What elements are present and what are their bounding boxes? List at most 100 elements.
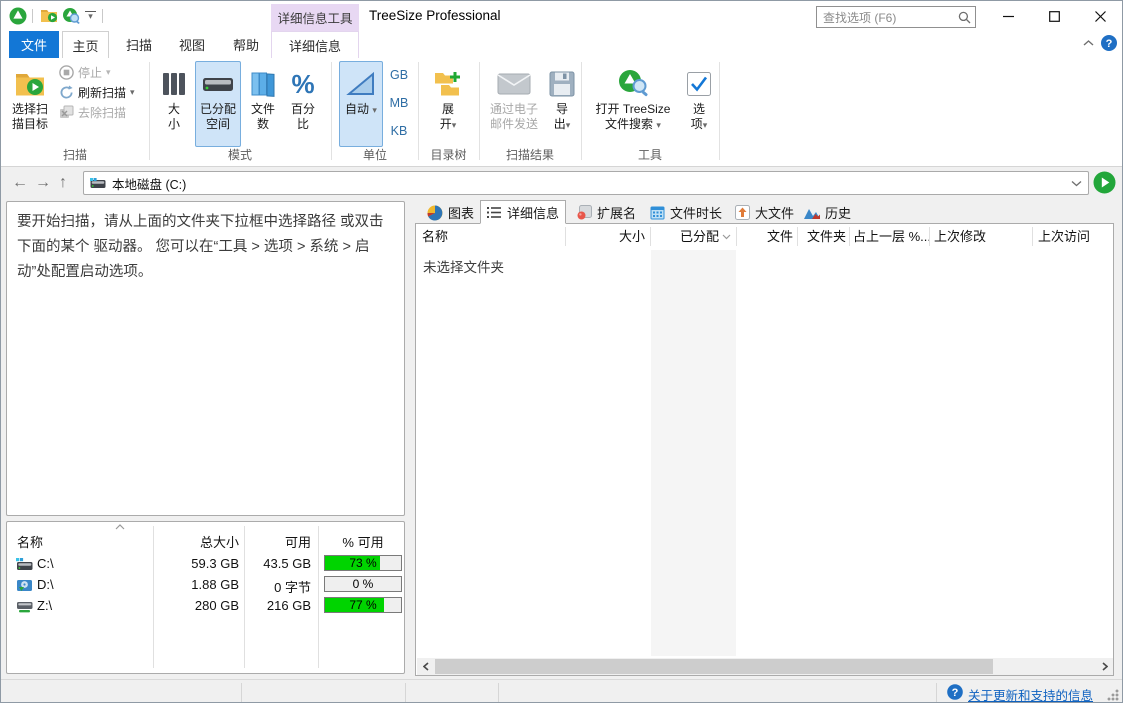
divider [1032,227,1033,246]
scrollbar-thumb[interactable] [435,659,993,674]
tab-extensions[interactable]: 扩展名 [571,201,642,224]
drives-col-free[interactable]: 可用 [247,532,311,551]
mode-percent-button[interactable]: % 百分比 [285,61,321,147]
col-size[interactable]: 大小 [567,224,645,249]
col-allocated[interactable]: 已分配 [651,224,719,249]
stop-icon [59,65,74,80]
tab-file-age[interactable]: 文件时长 [644,201,728,224]
svg-text:?: ? [952,687,959,699]
tab-history[interactable]: 历史 [798,201,857,224]
pie-chart-icon [427,205,443,221]
divider [719,62,720,160]
chevron-down-icon[interactable] [1071,180,1082,187]
horizontal-scrollbar[interactable] [417,658,1113,675]
tab-view[interactable]: 视图 [169,31,215,58]
update-info-link[interactable]: 关于更新和支持的信息 [968,685,1093,703]
col-name[interactable]: 名称 [422,224,562,249]
start-scan-button[interactable] [1093,171,1116,194]
divider [929,227,930,246]
tab-scan[interactable]: 扫描 [116,31,162,58]
stop-scan-button: 停止▾ [59,63,111,82]
path-combobox[interactable]: 本地磁盘 (C:) [83,171,1089,195]
unit-auto-button[interactable]: 自动 ▾ [339,61,383,147]
tree-group-label: 目录树 [418,146,479,163]
divider [244,526,245,668]
expand-tree-button[interactable]: 展开▾ [425,61,471,147]
tab-details-view[interactable]: 详细信息 [480,200,566,224]
divider [936,683,937,702]
select-scan-target-button[interactable]: 选择扫描目标 [6,61,54,147]
tab-help[interactable]: 帮助 [223,31,269,58]
send-email-button: 通过电子邮件发送 [485,61,543,147]
divider [797,227,798,246]
ribbon-tab-row: 文件 主页 扫描 视图 帮助 详细信息 ? [1,31,1122,58]
tab-chart[interactable]: 图表 [421,201,480,224]
tab-top-files[interactable]: 大文件 [729,201,800,224]
maximize-button[interactable] [1032,1,1077,31]
up-button[interactable]: ↑ [59,167,67,199]
minimize-button[interactable] [986,1,1031,31]
mode-allocated-button[interactable]: 已分配空间 [195,61,241,147]
big-file-arrow-icon [735,205,750,220]
close-button[interactable] [1078,1,1123,31]
address-bar: ← → ↑ 本地磁盘 (C:) [1,167,1122,199]
status-bar: ? 关于更新和支持的信息 [1,679,1122,703]
export-button[interactable]: 导出▾ [546,61,578,147]
tab-home[interactable]: 主页 [62,31,109,58]
scroll-right-icon[interactable] [1096,658,1113,675]
open-file-search-button[interactable]: 打开 TreeSize 文件搜索 ▾ [587,61,679,147]
divider [736,227,737,246]
refresh-scan-button[interactable]: 刷新扫描▾ [59,83,135,102]
drives-col-total[interactable]: 总大小 [159,532,239,551]
quick-access-customize-icon[interactable]: ▾ [85,11,96,21]
col-folders[interactable]: 文件夹 [798,224,846,249]
folder-play-icon [14,66,46,102]
col-percent-of-parent[interactable]: 占上一层 %... [853,224,931,249]
quick-file-search-icon[interactable] [62,7,81,24]
forward-button[interactable]: → [35,167,51,199]
mode-size-button[interactable]: 大小 [156,61,192,147]
unit-gb-button[interactable]: GB [384,63,414,87]
find-options-search-input[interactable]: 查找选项 (F6) [816,6,976,28]
scroll-left-icon[interactable] [417,658,434,675]
drives-col-pct[interactable]: % 可用 [322,532,404,551]
search-icon [958,11,971,24]
divider [650,227,651,246]
files-stack-icon [249,66,277,102]
results-group-label: 扫描结果 [479,146,581,163]
remove-scan-button: 去除扫描 [59,103,126,122]
instructions-text: 要开始扫描，请从上面的文件夹下拉框中选择路径 或双击下面的某个 驱动器。 您可以… [17,214,384,280]
col-last-modified[interactable]: 上次修改 [934,224,1034,249]
tab-details[interactable]: 详细信息 [271,31,359,58]
options-button[interactable]: 选项▾ [683,61,715,147]
tab-file[interactable]: 文件 [9,31,59,58]
cd-drive-icon [16,579,33,592]
divider [565,227,566,246]
ribbon: 选择扫描目标 停止▾ 刷新扫描▾ 去除扫描 扫描 大小 已分配空间 [1,58,1122,167]
treesize-logo-icon [9,7,27,25]
resize-grip[interactable] [1107,689,1119,701]
tools-group-label: 工具 [581,146,719,163]
unit-mb-button[interactable]: MB [384,91,414,115]
col-files[interactable]: 文件 [738,224,793,249]
unit-kb-button[interactable]: KB [384,119,414,143]
allocated-column-shade [651,250,736,656]
detail-panel: 名称 大小 已分配 文件 文件夹 占上一层 %... 上次修改 上次访问 未选择… [415,223,1114,676]
col-last-accessed[interactable]: 上次访问 [1038,224,1114,249]
drive-icon [90,178,106,189]
drives-col-name[interactable]: 名称 [17,532,43,551]
size-bars-icon [161,66,187,102]
divider [849,227,850,246]
drives-panel: 名称 总大小 可用 % 可用 C:\ 59.3 GB 43.5 GB 73 % … [6,521,405,674]
divider [498,683,499,702]
sort-ascending-icon [115,524,125,530]
quick-scan-folder-icon[interactable] [40,7,59,24]
svg-text:?: ? [1106,38,1113,50]
divider [318,526,319,668]
free-space-bar: 73 % [324,555,402,571]
collapse-ribbon-icon[interactable] [1083,39,1094,47]
mode-file-count-button[interactable]: 文件数 [245,61,281,147]
back-button[interactable]: ← [12,167,28,199]
help-icon[interactable]: ? [1101,35,1117,51]
details-list-icon [487,206,502,219]
